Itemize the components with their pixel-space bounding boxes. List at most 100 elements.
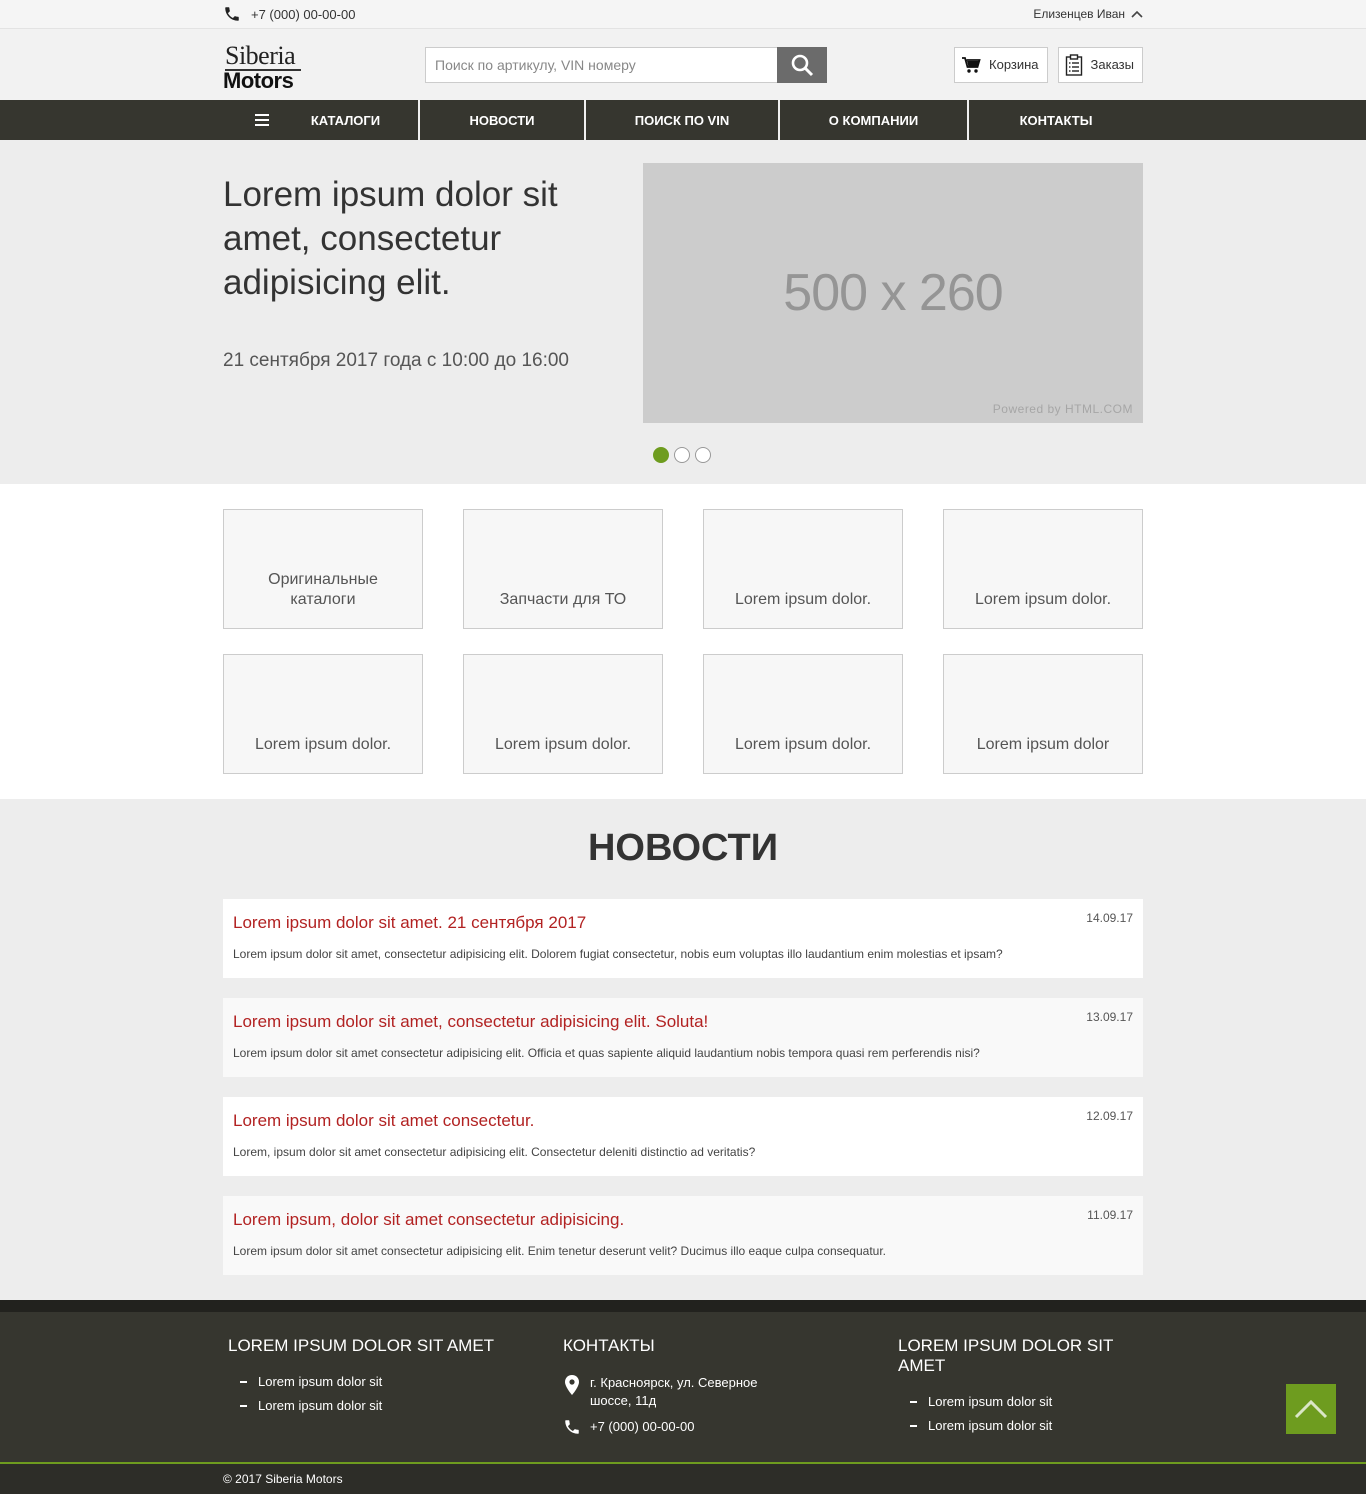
logo-line-2: Motors [223, 67, 294, 93]
news-date: 11.09.17 [1087, 1208, 1133, 1222]
nav-item-news[interactable]: НОВОСТИ [420, 100, 586, 140]
footer-phone[interactable]: +7 (000) 00-00-00 [563, 1418, 800, 1436]
hero-date: 21 сентября 2017 года с 10:00 до 16:00 [223, 350, 569, 371]
slider-dot[interactable] [653, 447, 669, 463]
hero-image-placeholder: 500 x 260 Powered by HTML.COM [643, 163, 1143, 423]
footer-address: г. Красноярск, ул. Северное шоссе, 11д [563, 1374, 800, 1410]
footer-col-title: КОНТАКТЫ [563, 1336, 655, 1355]
nav-label: НОВОСТИ [469, 112, 535, 128]
tile-original-catalogs[interactable]: Оригинальные каталоги [223, 509, 423, 629]
news-text: Lorem, ipsum dolor sit amet consectetur … [233, 1145, 756, 1159]
orders-label: Заказы [1090, 57, 1134, 72]
search-icon [791, 54, 814, 76]
tile-label: Lorem ipsum dolor. [734, 591, 872, 608]
news-date: 14.09.17 [1086, 911, 1133, 925]
copyright-text: © 2017 Siberia Motors [223, 1472, 343, 1486]
tile[interactable]: Lorem ipsum dolor [943, 654, 1143, 774]
cart-label: Корзина [989, 57, 1039, 72]
news-item[interactable]: Lorem ipsum dolor sit amet, consectetur … [223, 998, 1143, 1077]
nav-label: КОНТАКТЫ [1019, 112, 1093, 128]
search-input[interactable] [425, 46, 777, 83]
footer-link[interactable]: Lorem ipsum dolor sit [928, 1418, 1052, 1433]
footer-col-1: LOREM IPSUM DOLOR SIT AMET Lorem ipsum d… [223, 1336, 494, 1422]
cart-button[interactable]: Корзина [954, 46, 1048, 83]
search-bar [425, 46, 827, 83]
hamburger-icon [254, 114, 269, 126]
news-title[interactable]: Lorem ipsum dolor sit amet consectetur. [233, 1111, 534, 1131]
nav-item-about[interactable]: О КОМПАНИИ [780, 100, 969, 140]
chevron-up-icon [1131, 10, 1143, 18]
news-section: НОВОСТИ Lorem ipsum dolor sit amet. 21 с… [0, 799, 1366, 1300]
nav-label: О КОМПАНИИ [828, 112, 919, 128]
news-date: 13.09.17 [1086, 1010, 1133, 1024]
location-pin-icon [565, 1375, 579, 1395]
tile[interactable]: Lorem ipsum dolor. [703, 509, 903, 629]
orders-button[interactable]: Заказы [1057, 46, 1143, 83]
nav-item-vin-search[interactable]: ПОИСК ПО VIN [586, 100, 780, 140]
footer-link[interactable]: Lorem ipsum dolor sit [258, 1374, 382, 1389]
clipboard-icon [1065, 53, 1082, 76]
news-title[interactable]: Lorem ipsum, dolor sit amet consectetur … [233, 1210, 624, 1230]
footer-contacts: КОНТАКТЫ г. Красноярск, ул. Северное шос… [563, 1336, 800, 1444]
logo[interactable]: Siberia Motors [223, 40, 425, 93]
phone-icon [565, 1420, 579, 1434]
news-item[interactable]: Lorem ipsum dolor sit amet consectetur. … [223, 1097, 1143, 1176]
header: Siberia Motors Корзина Заказы [0, 29, 1366, 100]
nav-label: КАТАЛОГИ [310, 112, 381, 128]
footer-link[interactable]: Lorem ipsum dolor sit [258, 1398, 382, 1413]
scroll-to-top-button[interactable] [1286, 1384, 1336, 1434]
tile[interactable]: Lorem ipsum dolor. [943, 509, 1143, 629]
top-phone-number: +7 (000) 00-00-00 [251, 6, 356, 22]
footer-col-3: LOREM IPSUM DOLOR SIT AMET Lorem ipsum d… [893, 1336, 1143, 1442]
slider-dot[interactable] [695, 447, 711, 463]
tile-maintenance-parts[interactable]: Запчасти для ТО [463, 509, 663, 629]
tile-label: Lorem ipsum dolor. [494, 736, 632, 753]
tile-label: Lorem ipsum dolor [976, 736, 1110, 753]
category-tiles: Оригинальные каталоги Запчасти для ТО Lo… [0, 484, 1366, 799]
top-phone[interactable]: +7 (000) 00-00-00 [223, 5, 355, 23]
slider-dot[interactable] [674, 447, 690, 463]
footer-address-text: г. Красноярск, ул. Северное шоссе, 11д [590, 1375, 758, 1408]
footer-link-item: Lorem ipsum dolor sit [893, 1394, 1143, 1409]
footer-link-item: Lorem ipsum dolor sit [223, 1374, 494, 1389]
footer-col-title: LOREM IPSUM DOLOR SIT AMET [898, 1336, 1114, 1375]
nav-item-catalogs[interactable]: КАТАЛОГИ [223, 100, 420, 140]
tile[interactable]: Lorem ipsum dolor. [703, 654, 903, 774]
news-title[interactable]: Lorem ipsum dolor sit amet. 21 сентября … [233, 913, 586, 933]
footer: LOREM IPSUM DOLOR SIT AMET Lorem ipsum d… [0, 1300, 1366, 1462]
user-menu[interactable]: Елизенцев Иван [1033, 7, 1143, 21]
footer-link[interactable]: Lorem ipsum dolor sit [928, 1394, 1052, 1409]
footer-col-title: LOREM IPSUM DOLOR SIT AMET [228, 1336, 495, 1355]
footer-phone-text: +7 (000) 00-00-00 [590, 1419, 695, 1434]
news-heading: НОВОСТИ [587, 827, 779, 869]
tile-label: Запчасти для ТО [499, 591, 627, 608]
news-title[interactable]: Lorem ipsum dolor sit amet, consectetur … [233, 1012, 708, 1032]
tile-label: Lorem ipsum dolor. [974, 591, 1112, 608]
cart-icon [962, 56, 981, 73]
logo-line-1: Siberia [225, 40, 296, 70]
tile-label: Оригинальные каталоги [268, 571, 378, 608]
news-text: Lorem ipsum dolor sit amet, consectetur … [233, 947, 1003, 961]
tile-label: Lorem ipsum dolor. [254, 736, 392, 753]
main-nav: КАТАЛОГИ НОВОСТИ ПОИСК ПО VIN О КОМПАНИИ… [0, 100, 1366, 140]
news-item[interactable]: Lorem ipsum, dolor sit amet consectetur … [223, 1196, 1143, 1275]
tile[interactable]: Lorem ipsum dolor. [223, 654, 423, 774]
slider-dots [653, 447, 711, 463]
placeholder-credit: Powered by HTML.COM [992, 402, 1133, 416]
hero-title: Lorem ipsum dolor sit amet, consectetur … [223, 175, 558, 302]
tile[interactable]: Lorem ipsum dolor. [463, 654, 663, 774]
news-date: 12.09.17 [1086, 1109, 1133, 1123]
user-name: Елизенцев Иван [1033, 7, 1125, 21]
footer-link-item: Lorem ipsum dolor sit [223, 1398, 494, 1413]
news-list: Lorem ipsum dolor sit amet. 21 сентября … [223, 899, 1143, 1295]
tile-label: Lorem ipsum dolor. [734, 736, 872, 753]
chevron-up-icon [1294, 1399, 1328, 1419]
nav-item-contacts[interactable]: КОНТАКТЫ [969, 100, 1143, 140]
hero-slider: Lorem ipsum dolor sit amet, consectetur … [0, 140, 1366, 484]
top-bar: +7 (000) 00-00-00 Елизенцев Иван [0, 0, 1366, 29]
news-item[interactable]: Lorem ipsum dolor sit amet. 21 сентября … [223, 899, 1143, 978]
phone-icon [225, 7, 239, 21]
search-button[interactable] [777, 46, 827, 83]
placeholder-size: 500 x 260 [783, 264, 1003, 322]
nav-label: ПОИСК ПО VIN [634, 112, 730, 128]
